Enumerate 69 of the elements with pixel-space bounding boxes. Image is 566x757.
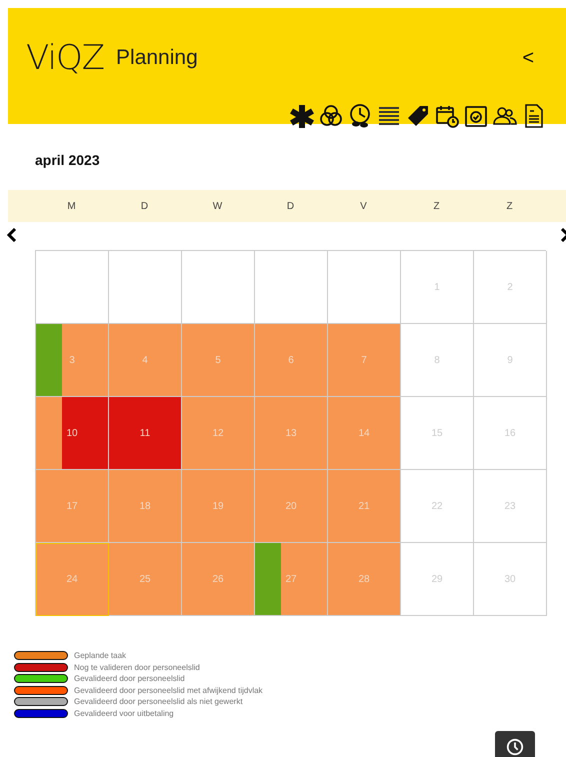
day-number: 7 xyxy=(361,354,367,366)
clock-button[interactable] xyxy=(495,731,535,757)
weekday-label: Z xyxy=(505,200,514,212)
weekday-label: M xyxy=(66,200,77,212)
next-icon[interactable] xyxy=(561,228,566,242)
day-number: 27 xyxy=(285,574,297,584)
day-cell[interactable]: 10 xyxy=(36,397,109,470)
day-cell[interactable]: 5 xyxy=(182,324,255,397)
day-number: 11 xyxy=(140,428,150,438)
weekday-label: D xyxy=(140,200,150,212)
day-number: 10 xyxy=(66,428,78,438)
day-number: 19 xyxy=(212,500,224,512)
day-number: 18 xyxy=(139,500,151,512)
day-number: 20 xyxy=(285,500,297,512)
day-number: 12 xyxy=(212,428,224,438)
day-cell[interactable]: 18 xyxy=(109,470,182,543)
clock-coins-icon[interactable] xyxy=(348,104,372,128)
day-cell[interactable]: 21 xyxy=(328,470,401,543)
weekday-label: D xyxy=(286,200,296,212)
weekday-label: V xyxy=(359,200,368,212)
weekday-label: W xyxy=(212,200,224,212)
day-number: 17 xyxy=(66,500,78,512)
day-cell[interactable]: 26 xyxy=(182,543,255,616)
day-cell[interactable]: 6 xyxy=(255,324,328,397)
day-cell[interactable]: 14 xyxy=(328,397,401,470)
legend-label: Gevalideerd door personeelslid met afwijkend tijdvlak xyxy=(74,686,263,695)
day-number: 4 xyxy=(142,354,148,366)
legend-label: Gevalideerd door personeelslid xyxy=(74,674,185,684)
day-cell[interactable]: 11 xyxy=(109,397,182,470)
day-cell[interactable]: 20 xyxy=(255,470,328,543)
day-number: 25 xyxy=(139,574,151,584)
day-number: 21 xyxy=(358,500,370,512)
day-number: 3 xyxy=(69,354,75,366)
legend-label: Gevalideerd voor uitbetaling xyxy=(74,708,174,718)
calendar-check-icon[interactable] xyxy=(464,104,488,128)
day-number: 6 xyxy=(288,354,294,366)
day-number: 5 xyxy=(215,354,221,366)
app-title: Planning xyxy=(116,46,198,70)
day-number: 28 xyxy=(358,574,370,584)
day-cell[interactable]: 7 xyxy=(328,324,401,397)
users-icon[interactable] xyxy=(493,104,517,128)
day-cell[interactable]: 28 xyxy=(328,543,401,616)
day-number: 26 xyxy=(212,574,224,584)
circles-icon[interactable] xyxy=(319,104,343,128)
day-number: 14 xyxy=(358,428,370,438)
day-number: 13 xyxy=(285,428,297,438)
day-cell[interactable]: 27 xyxy=(255,543,328,616)
star-of-life-icon[interactable] xyxy=(290,104,314,128)
day-cell[interactable]: 12 xyxy=(182,397,255,470)
day-cell[interactable]: 17 xyxy=(36,470,109,543)
day-cell[interactable]: 24 xyxy=(36,543,109,616)
day-cell[interactable]: 3 xyxy=(36,324,109,397)
legend-label: Geplande taak xyxy=(74,651,126,660)
day-cell[interactable]: 19 xyxy=(182,470,255,543)
logo: ViQZ xyxy=(26,38,104,78)
day-number: 24 xyxy=(66,574,78,584)
grid-icon[interactable] xyxy=(377,104,401,128)
calendar-clock-icon[interactable] xyxy=(435,104,459,128)
weekday-label: Z xyxy=(432,200,441,212)
previous-icon[interactable] xyxy=(7,228,17,242)
day-cell[interactable]: 13 xyxy=(255,397,328,470)
legend-label: Nog te valideren door personeelslid xyxy=(74,662,200,672)
clock-icon xyxy=(506,738,524,756)
back-button[interactable]: < xyxy=(518,46,538,70)
month-title: april 2023 xyxy=(35,152,101,168)
day-cell[interactable]: 4 xyxy=(109,324,182,397)
document-icon[interactable] xyxy=(522,104,546,128)
legend-label: Gevalideerd door personeelslid als niet gewerkt xyxy=(74,697,243,706)
day-cell[interactable]: 25 xyxy=(109,543,182,616)
